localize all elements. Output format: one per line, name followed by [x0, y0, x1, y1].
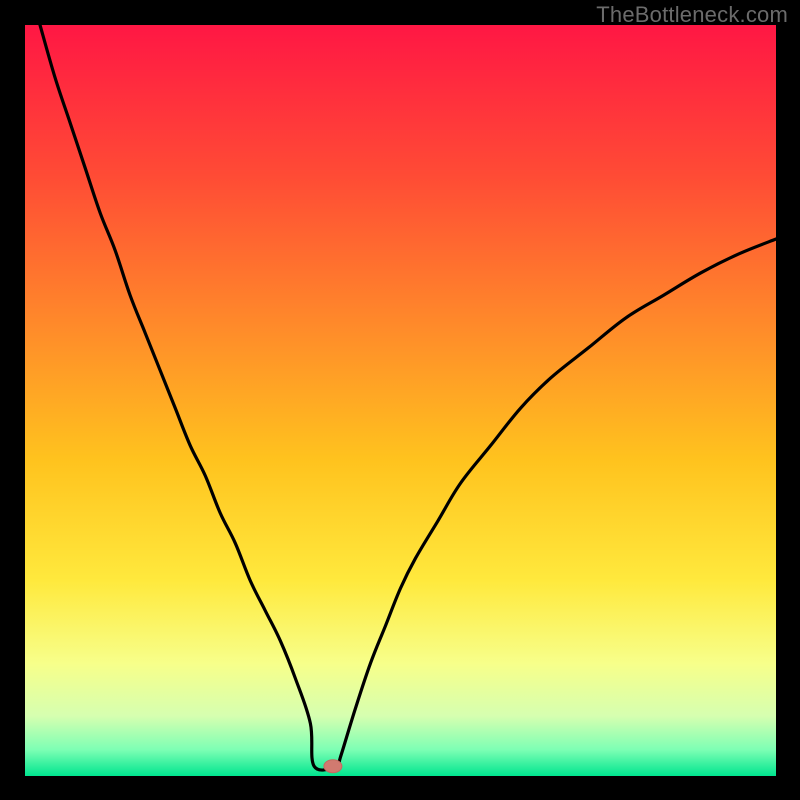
chart-frame: { "watermark": "TheBottleneck.com", "col… [0, 0, 800, 800]
bottleneck-chart [25, 25, 776, 776]
gradient-background [25, 25, 776, 776]
optimal-point-marker [324, 760, 342, 773]
